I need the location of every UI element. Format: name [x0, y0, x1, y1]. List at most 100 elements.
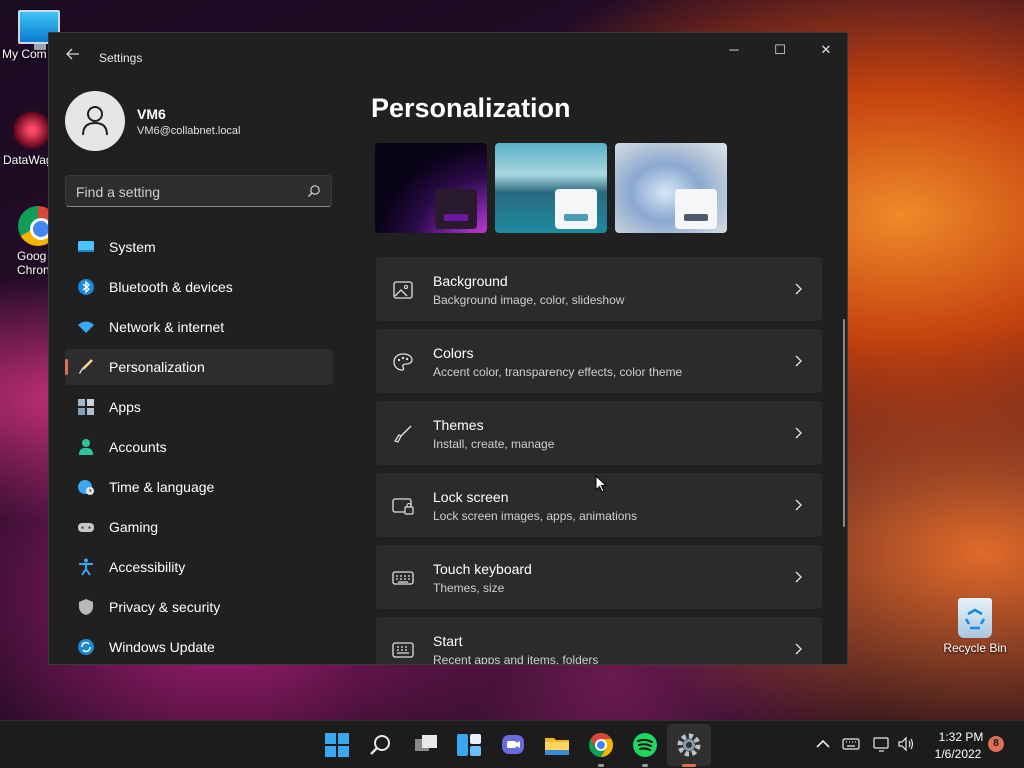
volume-icon[interactable] — [897, 735, 915, 753]
chevron-right-icon — [795, 499, 802, 511]
desktop-icon-label: Recycle Bin — [943, 641, 1007, 655]
clock-time[interactable]: 1:32 PM — [936, 730, 986, 744]
sidebar-item-label: System — [109, 239, 156, 255]
windows-start-icon[interactable] — [323, 731, 351, 759]
chevron-right-icon — [795, 283, 802, 295]
keyboard-icon[interactable] — [842, 735, 860, 753]
back-button[interactable] — [63, 47, 83, 67]
search-icon[interactable] — [367, 731, 395, 759]
sidebar-item-label: Accounts — [109, 439, 167, 455]
globe-clock-icon — [78, 480, 94, 495]
user-profile[interactable]: VM6 VM6@collabnet.local — [65, 91, 345, 151]
sidebar-item-label: Windows Update — [109, 639, 215, 655]
palette-icon — [393, 353, 413, 371]
card-subtitle: Lock screen images, apps, animations — [433, 509, 638, 523]
clock-date[interactable]: 1/6/2022 — [930, 747, 986, 761]
window-title: Settings — [99, 51, 143, 65]
wifi-icon — [78, 321, 94, 333]
card-subtitle: Recent apps and items, folders — [433, 653, 599, 665]
scrollbar-thumb[interactable] — [843, 319, 845, 527]
card-title: Colors — [433, 345, 474, 361]
avatar — [65, 91, 125, 151]
sidebar-item-label: Privacy & security — [109, 599, 221, 615]
sidebar-item-label: Gaming — [109, 519, 159, 535]
chevron-right-icon — [795, 643, 802, 655]
card-title: Lock screen — [433, 489, 509, 505]
taskbar-open-indicator — [598, 764, 604, 767]
search-box[interactable] — [65, 175, 332, 207]
sidebar-item-accounts[interactable]: Accounts — [65, 429, 333, 465]
keyboard-icon — [392, 571, 414, 585]
card-touch-keyboard[interactable]: Touch keyboard Themes, size — [375, 544, 823, 610]
sidebar-item-label: Apps — [109, 399, 141, 415]
spotify-icon[interactable] — [631, 731, 659, 759]
taskbar-open-indicator — [642, 764, 648, 767]
theme-preview-window — [435, 189, 477, 229]
search-icon[interactable] — [307, 184, 321, 198]
sidebar-item-windows-update[interactable]: Windows Update — [65, 629, 333, 664]
chevron-right-icon — [795, 571, 802, 583]
theme-preview-window — [555, 189, 597, 229]
accessibility-icon — [79, 558, 93, 576]
card-colors[interactable]: Colors Accent color, transparency effect… — [375, 328, 823, 394]
recycle-bin-icon — [958, 598, 992, 638]
user-name: VM6 — [137, 106, 166, 122]
task-view-icon[interactable] — [412, 731, 440, 759]
sidebar-item-network[interactable]: Network & internet — [65, 309, 333, 345]
theme-thumbnail[interactable] — [375, 143, 487, 233]
monitor-icon — [78, 241, 94, 252]
image-icon — [393, 281, 413, 299]
sidebar-item-personalization[interactable]: Personalization — [65, 349, 333, 385]
card-title: Themes — [433, 417, 484, 433]
shield-icon — [79, 599, 93, 615]
chrome-icon[interactable] — [587, 731, 615, 759]
sidebar-item-accessibility[interactable]: Accessibility — [65, 549, 333, 585]
theme-thumbnail[interactable] — [615, 143, 727, 233]
sidebar-item-time-language[interactable]: Time & language — [65, 469, 333, 505]
card-background[interactable]: Background Background image, color, slid… — [375, 256, 823, 322]
brush-icon — [393, 425, 412, 443]
start-icon — [392, 642, 414, 658]
datawag-app-icon — [12, 110, 52, 150]
card-title: Background — [433, 273, 508, 289]
theme-preview-window — [675, 189, 717, 229]
sidebar-item-apps[interactable]: Apps — [65, 389, 333, 425]
network-icon[interactable] — [873, 735, 891, 753]
file-explorer-icon[interactable] — [543, 731, 571, 759]
sidebar-item-privacy-security[interactable]: Privacy & security — [65, 589, 333, 625]
main-content: Personalization Background Background im… — [371, 33, 847, 665]
notification-badge[interactable]: 8 — [988, 736, 1004, 752]
desktop-icon-recycle-bin[interactable]: Recycle Bin — [938, 598, 1012, 655]
card-start[interactable]: Start Recent apps and items, folders — [375, 616, 823, 665]
search-input[interactable] — [76, 182, 296, 202]
person-icon — [79, 439, 93, 455]
gamepad-icon — [78, 523, 94, 532]
card-subtitle: Background image, color, slideshow — [433, 293, 625, 307]
chevron-right-icon — [795, 427, 802, 439]
settings-window: Settings ─ ☐ ✕ VM6 VM6@collabnet.local S… — [48, 32, 848, 665]
widgets-icon[interactable] — [455, 731, 483, 759]
card-subtitle: Themes, size — [433, 581, 505, 595]
sidebar-item-label: Time & language — [109, 479, 215, 495]
card-title: Start — [433, 633, 463, 649]
person-icon — [82, 106, 108, 136]
chevron-up-icon[interactable] — [814, 735, 832, 753]
update-icon — [78, 639, 94, 655]
sidebar-item-gaming[interactable]: Gaming — [65, 509, 333, 545]
taskbar-active-indicator — [682, 764, 696, 767]
card-subtitle: Accent color, transparency effects, colo… — [433, 365, 683, 379]
apps-icon — [78, 399, 94, 415]
sidebar-item-label: Personalization — [109, 359, 205, 375]
sidebar-nav: System Bluetooth & devices Network & int… — [65, 229, 333, 664]
card-themes[interactable]: Themes Install, create, manage — [375, 400, 823, 466]
theme-thumbnail[interactable] — [495, 143, 607, 233]
sidebar-item-system[interactable]: System — [65, 229, 333, 265]
settings-gear-icon[interactable] — [675, 731, 703, 759]
taskbar: 1:32 PM 1/6/2022 8 — [0, 720, 1024, 768]
card-title: Touch keyboard — [433, 561, 532, 577]
lock-screen-icon — [392, 498, 414, 515]
sidebar-item-bluetooth[interactable]: Bluetooth & devices — [65, 269, 333, 305]
brush-icon — [79, 359, 93, 374]
sidebar-item-label: Accessibility — [109, 559, 186, 575]
chat-icon[interactable] — [499, 731, 527, 759]
